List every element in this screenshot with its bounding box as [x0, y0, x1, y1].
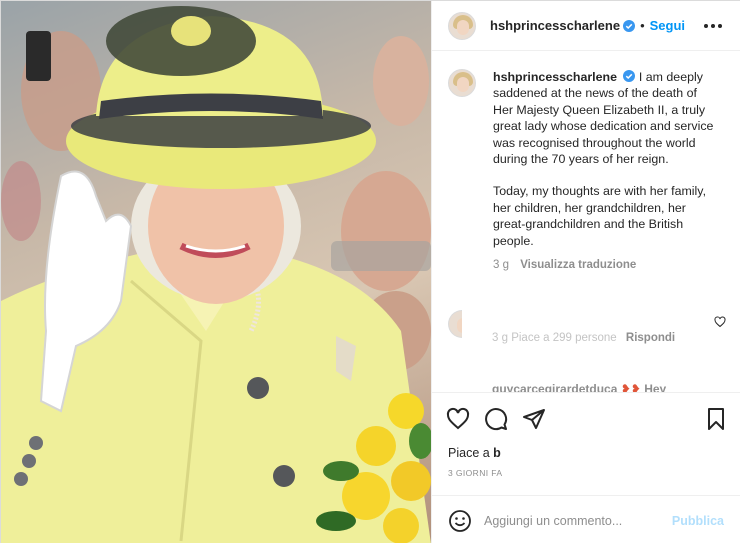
caption-age: 3 g	[493, 259, 509, 272]
comment-item: 3 g Piace a 299 persone Rispondi	[448, 310, 738, 350]
follow-button[interactable]: Segui	[650, 18, 685, 33]
verified-badge-icon	[623, 70, 636, 82]
heart-icon[interactable]	[446, 407, 470, 431]
paper-plane-icon[interactable]	[522, 407, 546, 431]
butterfly-emoji-icon: ❥❥	[620, 382, 641, 392]
add-comment-input[interactable]	[484, 510, 664, 532]
comments-section[interactable]: hshprincesscharlene I am deeply saddened…	[432, 52, 740, 392]
header-separator: •	[640, 18, 645, 33]
publish-button[interactable]: Pubblica	[672, 514, 724, 528]
likes-summary: Piace a b	[448, 446, 501, 460]
comment-item-partial: guycarcegirardetduca ❥❥ Hey	[492, 382, 666, 392]
post-photo[interactable]	[1, 1, 431, 543]
action-bar	[432, 392, 740, 444]
caption: hshprincesscharlene I am deeply saddened…	[448, 69, 732, 273]
author-avatar[interactable]	[448, 11, 476, 40]
reply-button[interactable]: Rispondi	[626, 332, 675, 344]
likes-user[interactable]: b	[493, 446, 501, 460]
caption-username[interactable]: hshprincesscharlene	[493, 70, 617, 84]
comment-text: Hey	[644, 382, 667, 392]
add-comment-bar: Pubblica	[432, 495, 740, 543]
comment-bubble-icon[interactable]	[484, 407, 508, 431]
caption-text: hshprincesscharlene I am deeply saddened…	[493, 69, 718, 273]
verified-badge-icon	[623, 19, 636, 32]
caption-avatar[interactable]	[448, 69, 476, 97]
comment-username[interactable]: guycarcegirardetduca	[492, 382, 617, 392]
comment-age: 3 g	[492, 332, 508, 344]
caption-paragraph-2: Today, my thoughts are with her family, …	[493, 184, 707, 248]
post-header: hshprincesscharlene • Segui	[432, 1, 740, 51]
comment-avatar[interactable]	[448, 310, 462, 338]
author-username[interactable]: hshprincesscharlene	[490, 18, 620, 33]
caption-paragraph-1: I am deeply saddened at the news of the …	[493, 70, 714, 167]
comment-like-heart-icon[interactable]	[714, 316, 726, 328]
more-options-icon[interactable]	[704, 19, 722, 33]
translate-button[interactable]: Visualizza traduzione	[520, 259, 636, 271]
instagram-post-modal: hshprincesscharlene • Segui hshprincessc…	[0, 0, 740, 543]
comment-likes[interactable]: Piace a 299 persone	[511, 332, 617, 344]
post-date: 3 GIORNI FA	[448, 468, 503, 478]
caption-meta: 3 g Visualizza traduzione	[493, 257, 718, 273]
emoji-smiley-icon[interactable]	[448, 509, 472, 533]
likes-prefix: Piace a	[448, 446, 494, 460]
post-side-panel: hshprincesscharlene • Segui hshprincessc…	[431, 1, 740, 543]
queen-photo-illustration	[1, 6, 431, 543]
bookmark-icon[interactable]	[704, 407, 728, 431]
comment-meta: 3 g Piace a 299 persone Rispondi	[492, 332, 675, 344]
